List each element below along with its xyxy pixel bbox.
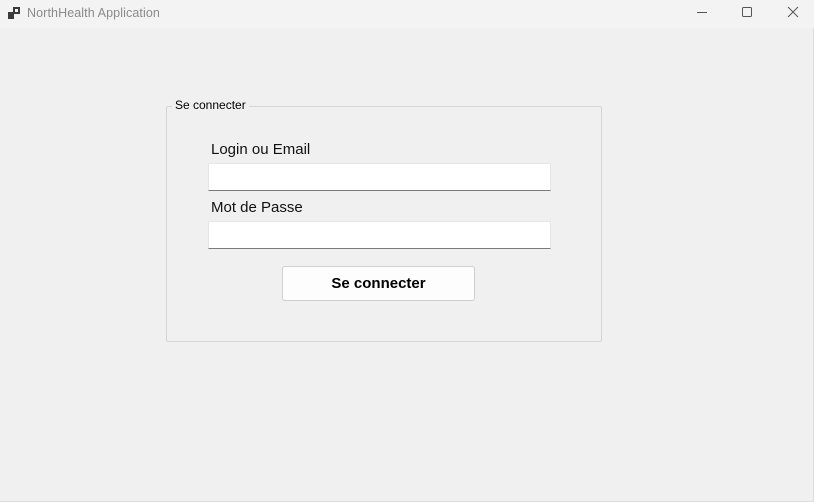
app-icon (8, 7, 21, 20)
maximize-icon (741, 5, 753, 23)
close-icon (787, 5, 799, 23)
login-button[interactable]: Se connecter (282, 266, 475, 301)
app-window: NorthHealth Application Se connecter Log… (0, 0, 814, 502)
login-input[interactable] (208, 163, 551, 191)
minimize-button[interactable] (679, 0, 725, 28)
title-bar[interactable]: NorthHealth Application (0, 0, 814, 28)
window-title: NorthHealth Application (27, 6, 160, 20)
minimize-icon (696, 5, 708, 23)
password-input[interactable] (208, 221, 551, 249)
close-button[interactable] (770, 0, 814, 28)
groupbox-legend: Se connecter (172, 98, 249, 112)
maximize-button[interactable] (724, 0, 770, 28)
login-label: Login ou Email (211, 141, 311, 158)
password-label: Mot de Passe (211, 199, 303, 216)
